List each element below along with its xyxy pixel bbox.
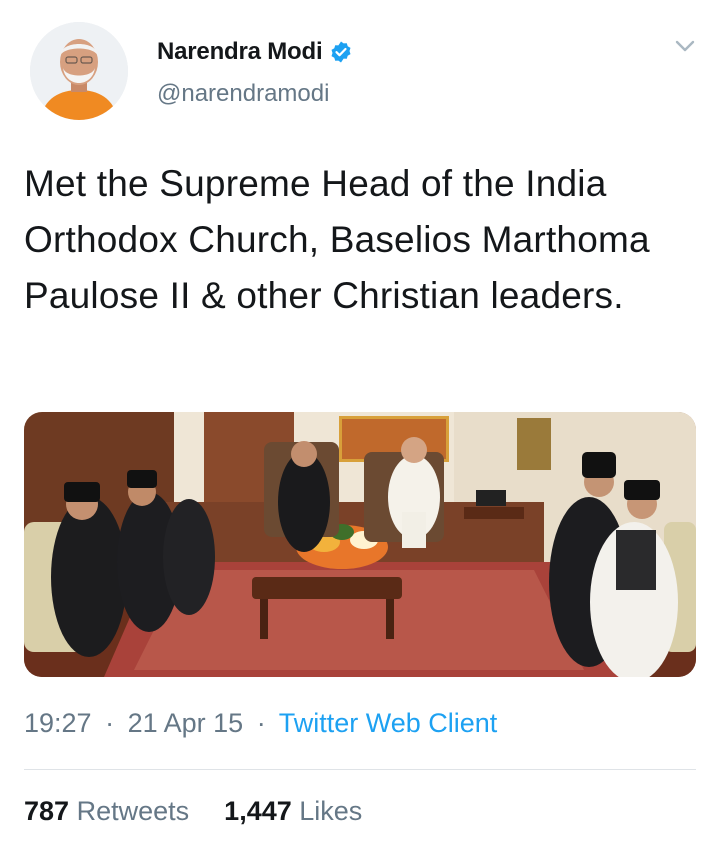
likes-count: 1,447: [224, 796, 292, 826]
likes-label: Likes: [299, 796, 363, 826]
divider: [24, 769, 696, 770]
tweet-header: Narendra Modi @narendramodi: [0, 0, 720, 140]
avatar-image: [30, 22, 128, 120]
user-handle[interactable]: @narendramodi: [157, 80, 329, 108]
user-name[interactable]: Narendra Modi: [157, 38, 323, 66]
meeting-photo: [24, 412, 696, 677]
retweets-label: Retweets: [76, 796, 190, 826]
chevron-down-icon[interactable]: [672, 36, 698, 56]
meta-separator: ·: [105, 708, 115, 738]
tweet-date[interactable]: 21 Apr 15: [128, 708, 244, 738]
retweets-stat[interactable]: 787 Retweets: [24, 796, 197, 826]
retweets-count: 787: [24, 796, 70, 826]
verified-badge-icon: [331, 41, 351, 63]
avatar[interactable]: [30, 22, 128, 120]
tweet-client-link[interactable]: Twitter Web Client: [279, 708, 498, 738]
tweet-photo[interactable]: [24, 412, 696, 677]
tweet-meta: 19:27 · 21 Apr 15 · Twitter Web Client: [24, 708, 497, 739]
tweet-time[interactable]: 19:27: [24, 708, 92, 738]
tweet-stats: 787 Retweets 1,447 Likes: [24, 796, 362, 827]
meta-separator: ·: [256, 708, 266, 738]
tweet-text: Met the Supreme Head of the India Orthod…: [24, 163, 650, 316]
likes-stat[interactable]: 1,447 Likes: [224, 796, 362, 826]
user-name-row[interactable]: Narendra Modi: [157, 38, 353, 66]
